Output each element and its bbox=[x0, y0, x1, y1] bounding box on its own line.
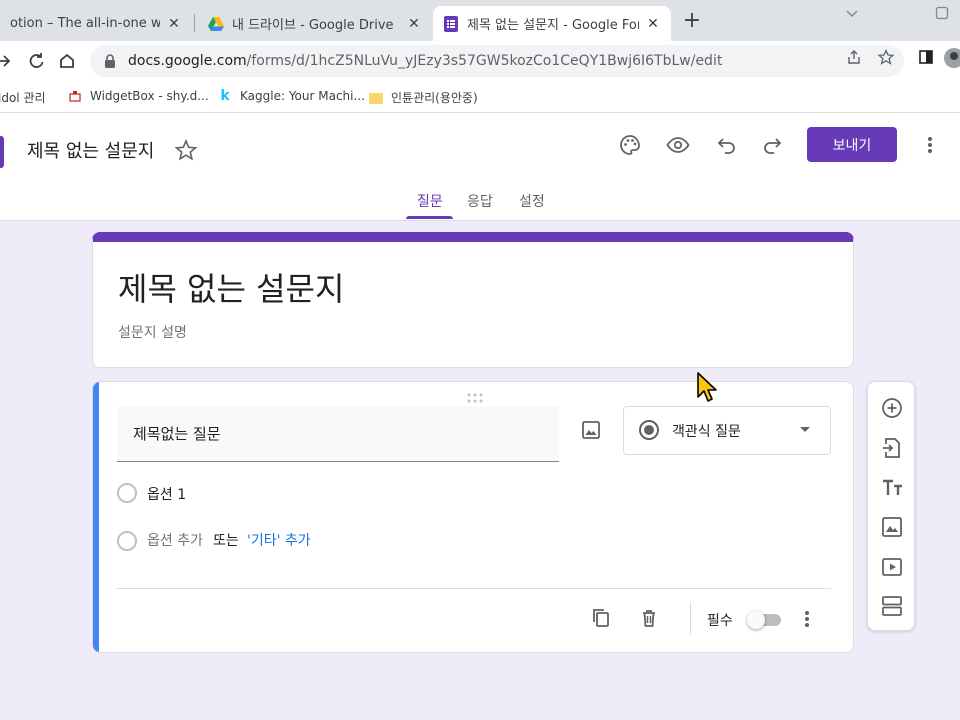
or-text: 또는 bbox=[213, 533, 239, 549]
tab-close-icon[interactable]: ✕ bbox=[406, 16, 422, 32]
new-tab-button[interactable]: + bbox=[680, 10, 704, 34]
bookmark-item[interactable]: k Kaggle: Your Machi... bbox=[218, 88, 365, 104]
mouse-cursor bbox=[697, 372, 721, 404]
toggle-knob bbox=[747, 611, 765, 629]
question-title[interactable]: 제목없는 질문 bbox=[133, 423, 221, 444]
tab-separator bbox=[194, 14, 195, 32]
form-name[interactable]: 제목 없는 설문지 bbox=[27, 137, 154, 163]
radio-icon bbox=[638, 419, 660, 441]
add-image-icon[interactable] bbox=[880, 515, 904, 539]
tab-responses[interactable]: 응답 bbox=[467, 191, 493, 211]
bookmarks-bar: ldol 관리 WidgetBox - shy.d... k Kaggle: Y… bbox=[0, 81, 960, 113]
profile-avatar[interactable] bbox=[944, 48, 960, 72]
undo-icon[interactable] bbox=[714, 133, 738, 157]
tab-close-icon[interactable]: ✕ bbox=[166, 16, 182, 32]
kaggle-icon: k bbox=[220, 88, 230, 104]
question-type-label: 객관식 질문 bbox=[672, 424, 741, 440]
address-bar[interactable]: docs.google.com/forms/d/1hcZ5NLuVu_yJEzy… bbox=[90, 45, 904, 77]
more-vert-icon[interactable] bbox=[920, 133, 940, 157]
tab-title: 제목 없는 설문지 - Google For bbox=[467, 18, 639, 33]
reload-icon[interactable] bbox=[26, 51, 46, 71]
preview-eye-icon[interactable] bbox=[666, 133, 690, 157]
browser-tab-bar: otion – The all-in-one worksp ✕ 내 드라이브 -… bbox=[0, 0, 960, 41]
add-video-icon[interactable] bbox=[880, 555, 904, 579]
tab-settings[interactable]: 설정 bbox=[519, 191, 545, 211]
required-label: 필수 bbox=[707, 613, 733, 629]
bookmark-label: Kaggle: Your Machi... bbox=[240, 89, 365, 103]
delete-icon[interactable] bbox=[639, 608, 659, 628]
add-question-icon[interactable] bbox=[880, 396, 904, 420]
bookmark-star-icon[interactable] bbox=[877, 48, 895, 69]
folder-icon bbox=[369, 91, 383, 105]
palette-icon[interactable] bbox=[618, 133, 642, 157]
bookmark-label: 인튠관리(용안중) bbox=[391, 91, 478, 105]
question-title-field[interactable]: 제목없는 질문 bbox=[117, 406, 559, 462]
star-icon[interactable] bbox=[174, 138, 198, 161]
form-title-card[interactable]: 제목 없는 설문지 설문지 설명 bbox=[92, 232, 854, 368]
url-host: docs.google.com bbox=[128, 53, 247, 69]
card-divider bbox=[117, 588, 831, 589]
widgetbox-icon bbox=[68, 89, 82, 103]
forward-icon[interactable] bbox=[0, 51, 14, 71]
tab-google-drive[interactable]: 내 드라이브 - Google Drive ✕ bbox=[198, 6, 432, 41]
active-card-accent bbox=[93, 382, 99, 652]
add-other-link[interactable]: '기타' 추가 bbox=[247, 530, 311, 550]
more-vert-icon[interactable] bbox=[797, 608, 817, 630]
google-forms-icon bbox=[443, 15, 459, 32]
floating-toolbar bbox=[867, 381, 915, 631]
active-tab-indicator bbox=[406, 216, 453, 219]
form-title[interactable]: 제목 없는 설문지 bbox=[118, 264, 344, 310]
bookmark-label: ldol 관리 bbox=[0, 91, 46, 105]
tab-title: otion – The all-in-one worksp bbox=[10, 16, 160, 31]
add-section-icon[interactable] bbox=[880, 594, 904, 618]
lock-icon[interactable] bbox=[104, 54, 118, 68]
bookmark-item[interactable]: ldol 관리 bbox=[0, 89, 46, 106]
send-button[interactable]: 보내기 bbox=[807, 127, 897, 162]
tab-search-icon[interactable] bbox=[845, 6, 859, 24]
chevron-down-icon bbox=[800, 427, 810, 432]
add-option-link[interactable]: 옵션 추가 bbox=[147, 530, 203, 550]
side-panel-icon[interactable] bbox=[918, 49, 934, 69]
bookmark-item[interactable]: WidgetBox - shy.d... bbox=[68, 89, 209, 103]
home-icon[interactable] bbox=[57, 51, 77, 71]
forms-header: 제목 없는 설문지 보내기 질문 응답 설정 bbox=[0, 113, 960, 221]
import-questions-icon[interactable] bbox=[880, 436, 904, 460]
add-option-radio bbox=[117, 531, 137, 551]
forms-logo[interactable] bbox=[0, 136, 4, 168]
browser-toolbar: docs.google.com/forms/d/1hcZ5NLuVu_yJEzy… bbox=[0, 41, 960, 81]
drag-handle-icon[interactable] bbox=[466, 388, 484, 403]
option-radio bbox=[117, 483, 137, 503]
question-card[interactable]: 제목없는 질문 객관식 질문 옵션 1 옵션 추가 또는 '기타' 추가 필수 bbox=[92, 381, 854, 653]
required-toggle[interactable] bbox=[747, 610, 783, 630]
redo-icon[interactable] bbox=[761, 133, 785, 157]
bookmark-label: WidgetBox - shy.d... bbox=[90, 89, 209, 103]
copy-icon[interactable] bbox=[591, 608, 611, 628]
tab-notion[interactable]: otion – The all-in-one worksp ✕ bbox=[0, 6, 192, 41]
tab-title: 내 드라이브 - Google Drive bbox=[232, 18, 394, 33]
google-drive-icon bbox=[208, 16, 224, 32]
image-icon[interactable] bbox=[581, 420, 601, 440]
tab-google-forms[interactable]: 제목 없는 설문지 - Google For ✕ bbox=[433, 6, 671, 41]
footer-separator bbox=[690, 602, 691, 634]
tab-close-icon[interactable]: ✕ bbox=[645, 16, 661, 32]
option-label[interactable]: 옵션 1 bbox=[147, 484, 186, 504]
bookmark-item[interactable]: 인튠관리(용안중) bbox=[369, 89, 478, 106]
window-restore-icon[interactable] bbox=[935, 6, 949, 24]
tab-questions[interactable]: 질문 bbox=[417, 191, 443, 211]
question-type-dropdown[interactable]: 객관식 질문 bbox=[623, 406, 831, 455]
url-path: /forms/d/1hcZ5NLuVu_yJEzy3s57GW5kozCo1Ce… bbox=[246, 53, 723, 69]
add-title-icon[interactable] bbox=[880, 476, 904, 500]
share-icon[interactable] bbox=[846, 49, 862, 69]
form-description[interactable]: 설문지 설명 bbox=[118, 322, 187, 342]
